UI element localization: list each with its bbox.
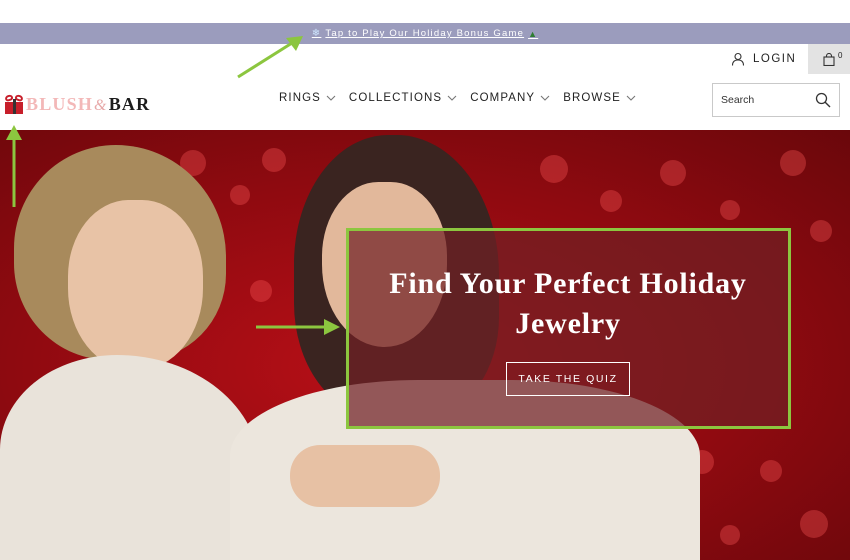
- cart-button[interactable]: 0: [808, 44, 850, 74]
- chevron-down-icon: [626, 95, 636, 101]
- promo-banner: ❄ Tap to Play Our Holiday Bonus Game ▲: [0, 23, 850, 44]
- search-icon: [815, 92, 831, 108]
- logo-wordmark: BLUSH & BAR: [26, 94, 150, 115]
- search-input[interactable]: [721, 94, 807, 106]
- nav-rings-label: RINGS: [279, 92, 321, 104]
- chevron-down-icon: [540, 95, 550, 101]
- search-button[interactable]: [815, 92, 831, 108]
- chevron-down-icon: [447, 95, 457, 101]
- promo-text: Tap to Play Our Holiday Bonus Game: [325, 28, 525, 39]
- nav-rings[interactable]: RINGS: [279, 92, 336, 104]
- nav-collections-label: COLLECTIONS: [348, 92, 443, 104]
- user-icon: [731, 52, 745, 66]
- nav-browse[interactable]: BROWSE: [563, 92, 636, 104]
- site-logo[interactable]: BLUSH & BAR: [4, 93, 150, 115]
- christmas-tree-icon: ▲: [528, 28, 539, 39]
- login-label: LOGIN: [753, 53, 797, 65]
- holiday-game-link[interactable]: ❄ Tap to Play Our Holiday Bonus Game ▲: [312, 28, 538, 39]
- nav-browse-label: BROWSE: [563, 92, 621, 104]
- shopping-bag-icon: [823, 52, 835, 66]
- site-header: BLUSH & BAR RINGS COLLECTIONS COMPANY BR…: [0, 44, 850, 130]
- model-left-sweater: [0, 355, 260, 560]
- gift-icon: [4, 93, 24, 114]
- nav-collections[interactable]: COLLECTIONS: [349, 92, 457, 104]
- logo-blush: BLUSH: [26, 94, 94, 114]
- quiz-promo-panel: Find Your Perfect Holiday Jewelry TAKE T…: [348, 230, 788, 428]
- main-navigation: RINGS COLLECTIONS COMPANY BROWSE: [279, 92, 636, 104]
- model-left-face: [68, 200, 203, 370]
- logo-bar: BAR: [108, 94, 151, 114]
- chevron-down-icon: [326, 95, 336, 101]
- nav-company-label: COMPANY: [470, 92, 536, 104]
- hero-banner: Find Your Perfect Holiday Jewelry TAKE T…: [0, 130, 850, 560]
- cart-count: 0: [838, 51, 843, 60]
- snowflake-icon: ❄: [311, 28, 322, 39]
- model-hands: [290, 445, 440, 507]
- hero-heading: Find Your Perfect Holiday Jewelry: [389, 267, 747, 340]
- nav-company[interactable]: COMPANY: [470, 92, 550, 104]
- login-link[interactable]: LOGIN: [731, 52, 796, 66]
- search-box: [712, 83, 840, 117]
- take-quiz-button[interactable]: TAKE THE QUIZ: [506, 362, 630, 396]
- logo-ampersand: &: [94, 97, 108, 114]
